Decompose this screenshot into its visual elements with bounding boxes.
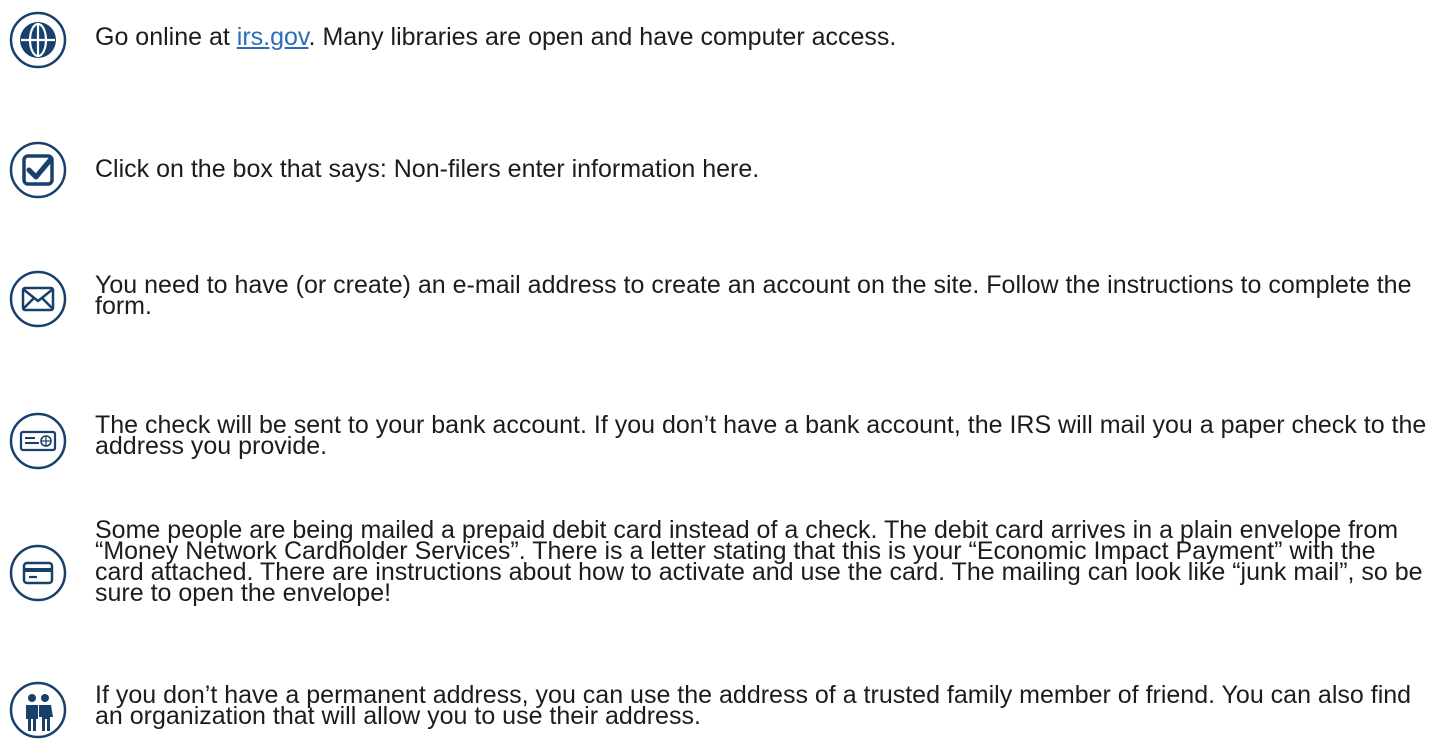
check-payment-icon [8,411,68,471]
step-online-text-after: . Many libraries are open and have compu… [308,23,897,51]
step-online: Go online at irs.gov. Many libraries are… [0,0,1436,80]
step-address: If you don’t have a permanent address, y… [0,675,1436,739]
step-check: The check will be sent to your bank acco… [0,405,1436,485]
step-check-text: The check will be sent to your bank acco… [95,411,1427,460]
irs-gov-link[interactable]: irs.gov [237,23,309,51]
step-debit-card-text: Some people are being mailed a prepaid d… [95,516,1423,607]
step-debit-card: Some people are being mailed a prepaid d… [0,516,1436,640]
step-click-box: Click on the box that says: Non-filers e… [0,140,1436,220]
step-online-text-before: Go online at [95,23,237,51]
step-address-text: If you don’t have a permanent address, y… [95,681,1412,730]
step-online-text: Go online at irs.gov. Many libraries are… [95,25,1430,50]
step-click-box-text: Click on the box that says: Non-filers e… [95,155,760,183]
checkbox-icon [8,140,68,200]
envelope-icon [8,269,68,329]
step-email-text: You need to have (or create) an e-mail a… [95,271,1412,320]
step-email: You need to have (or create) an e-mail a… [0,265,1436,345]
globe-icon [8,10,68,70]
debit-card-icon [8,543,68,603]
family-icon [8,680,68,740]
